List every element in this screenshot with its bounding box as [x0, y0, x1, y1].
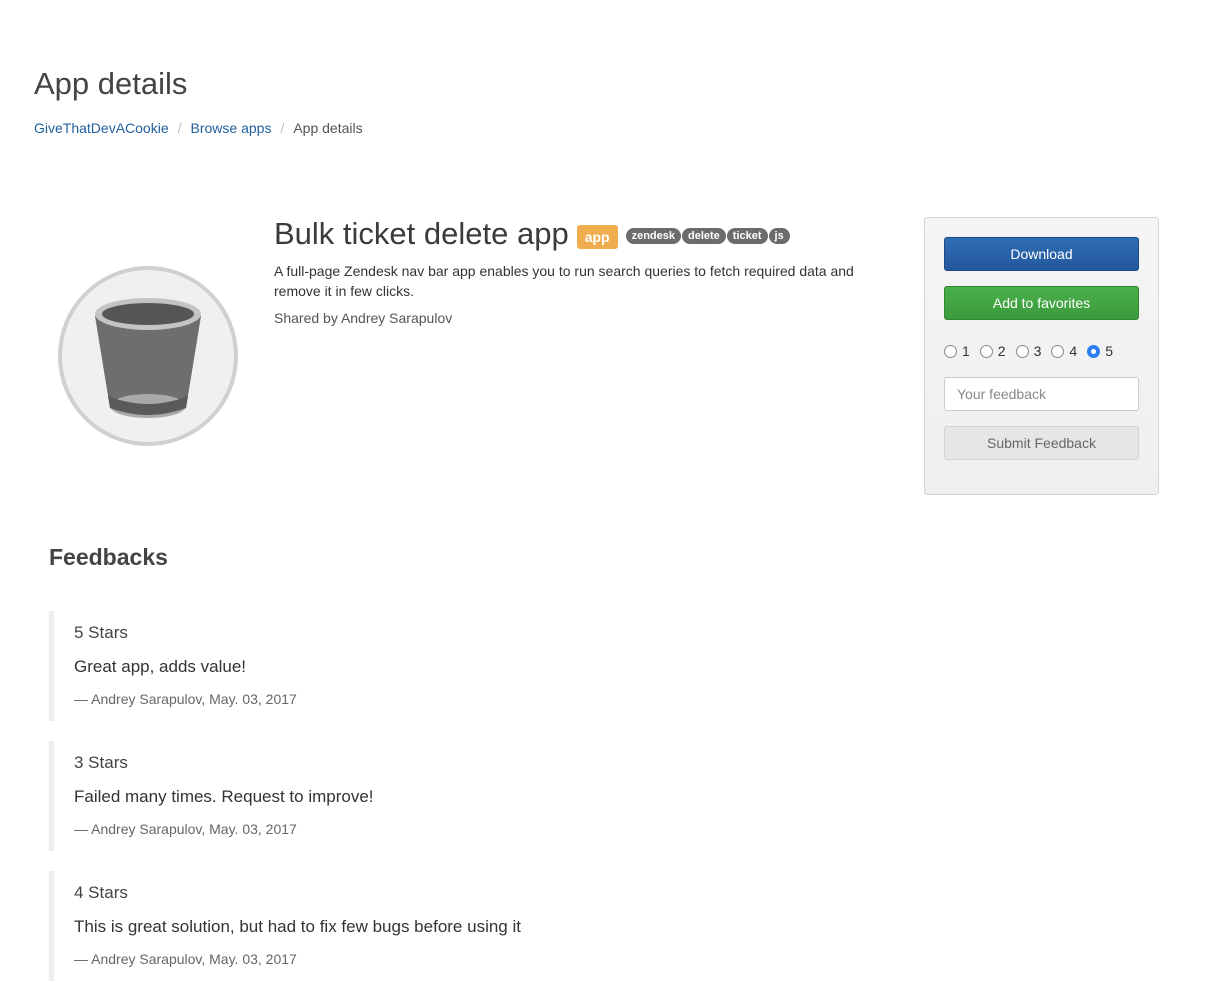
rating-option-2[interactable]: 2: [979, 343, 1006, 359]
trash-can-icon: [58, 266, 238, 446]
feedback-text: This is great solution, but had to fix f…: [74, 917, 521, 936]
breadcrumb-separator: /: [177, 120, 182, 136]
feedback-author-date: — Andrey Sarapulov, May. 03, 2017: [74, 951, 297, 967]
breadcrumb-home-link[interactable]: GiveThatDevACookie: [34, 120, 169, 136]
tag-badge[interactable]: js: [768, 228, 790, 244]
radio-button-selected[interactable]: [1087, 344, 1101, 358]
tag-badge[interactable]: ticket: [726, 228, 768, 244]
tag-badge[interactable]: zendesk: [625, 228, 681, 244]
app-info: Bulk ticket delete app app zendesk delet…: [274, 216, 894, 326]
rating-radio-group: 1 2 3 4 5: [944, 343, 1144, 359]
rating-option-label: 3: [1033, 343, 1042, 359]
submit-feedback-button[interactable]: Submit Feedback: [944, 426, 1139, 460]
add-to-favorites-button[interactable]: Add to favorites: [944, 286, 1139, 320]
feedback-author-date: — Andrey Sarapulov, May. 03, 2017: [74, 691, 297, 707]
rating-option-3[interactable]: 3: [1015, 343, 1042, 359]
feedback-item: 4 Stars This is great solution, but had …: [49, 871, 1149, 981]
breadcrumb: GiveThatDevACookie / Browse apps / App d…: [34, 120, 363, 136]
page-title: App details: [34, 66, 188, 101]
radio-button[interactable]: [1015, 344, 1029, 358]
feedback-author-date: — Andrey Sarapulov, May. 03, 2017: [74, 821, 297, 837]
feedback-item: 5 Stars Great app, adds value! — Andrey …: [49, 611, 1149, 721]
radio-button[interactable]: [979, 344, 993, 358]
rating-option-label: 5: [1105, 343, 1113, 359]
feedback-list: 5 Stars Great app, adds value! — Andrey …: [49, 611, 1149, 1001]
breadcrumb-separator: /: [280, 120, 285, 136]
app-description: A full-page Zendesk nav bar app enables …: [274, 263, 854, 299]
app-type-badge: app: [576, 225, 618, 249]
app-name: Bulk ticket delete app: [274, 216, 569, 251]
rating-option-label: 1: [962, 343, 970, 359]
feedback-input[interactable]: [944, 377, 1139, 411]
feedback-stars: 4 Stars: [74, 883, 128, 902]
feedback-stars: 5 Stars: [74, 623, 128, 642]
shared-by: Shared by Andrey Sarapulov: [274, 310, 453, 326]
rating-option-5[interactable]: 5: [1087, 343, 1113, 359]
breadcrumb-current: App details: [293, 120, 363, 136]
rating-option-4[interactable]: 4: [1051, 343, 1077, 359]
feedback-text: Great app, adds value!: [74, 657, 247, 676]
download-button[interactable]: Download: [944, 237, 1139, 271]
feedbacks-heading: Feedbacks: [49, 544, 168, 570]
feedback-item: 3 Stars Failed many times. Request to im…: [49, 741, 1149, 851]
rating-option-1[interactable]: 1: [944, 343, 970, 359]
rating-option-label: 4: [1069, 343, 1078, 359]
app-actions-panel: Download Add to favorites 1 2 3 4 5 Subm…: [924, 217, 1159, 495]
tag-badge[interactable]: delete: [682, 228, 726, 244]
app-title-row: Bulk ticket delete app app zendesk delet…: [274, 216, 894, 252]
tag-list: zendesk delete ticket js: [625, 228, 791, 244]
feedback-stars: 3 Stars: [74, 753, 128, 772]
radio-button[interactable]: [1051, 344, 1065, 358]
rating-option-label: 2: [997, 343, 1006, 359]
breadcrumb-browse-apps-link[interactable]: Browse apps: [191, 120, 272, 136]
feedback-text: Failed many times. Request to improve!: [74, 787, 374, 806]
radio-button[interactable]: [944, 344, 957, 358]
